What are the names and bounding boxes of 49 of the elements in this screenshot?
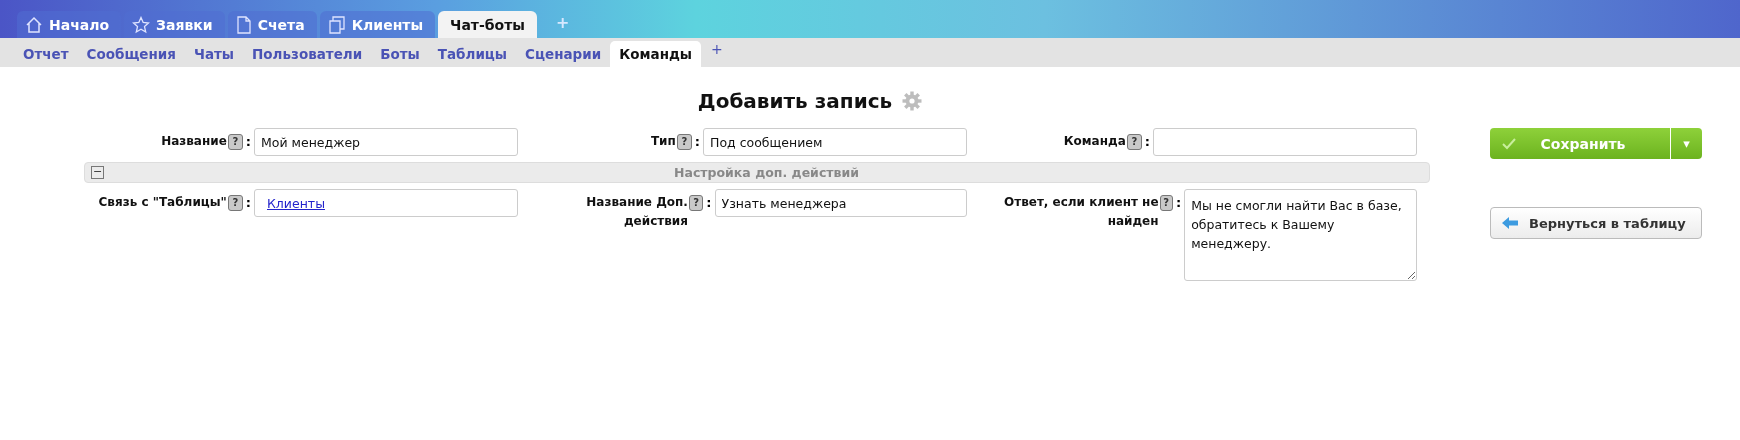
input-field[interactable] — [1153, 128, 1417, 156]
link-field[interactable]: Клиенты — [254, 189, 518, 217]
help-icon[interactable]: ? — [1126, 134, 1142, 150]
help-icon[interactable]: ? — [227, 195, 243, 211]
star-icon — [132, 15, 151, 34]
colon: : — [1175, 194, 1182, 212]
colon: : — [1144, 133, 1150, 151]
sub-tab[interactable]: Сообщения — [77, 41, 185, 67]
help-icon[interactable]: ? — [227, 134, 243, 150]
sub-tab[interactable]: Отчет — [14, 41, 78, 67]
sub-tab[interactable]: Боты — [371, 41, 429, 67]
field-label: Тип — [650, 133, 676, 150]
top-tab[interactable]: Клиенты — [319, 11, 436, 38]
section-header[interactable]: − Настройка доп. действий — [84, 162, 1430, 183]
link[interactable]: Клиенты — [267, 195, 325, 211]
add-tab-button[interactable]: + — [711, 41, 723, 57]
gear-icon[interactable] — [902, 91, 923, 111]
field-label: Название — [161, 133, 227, 150]
field-label: Команда — [1063, 133, 1126, 150]
answer-box[interactable]: Мы не смогли найти Вас в базе, обратитесь к Вашему менеджеру. — [1184, 189, 1417, 281]
field-label: Название Доп. действия — [585, 194, 688, 230]
colon: : — [694, 133, 700, 151]
help-icon[interactable]: ? — [688, 195, 704, 211]
page-title: Добавить запись — [697, 89, 893, 113]
check-icon — [1502, 137, 1516, 150]
colon: : — [245, 194, 251, 212]
help-icon[interactable]: ? — [1159, 195, 1173, 211]
colon: : — [706, 194, 712, 212]
sub-tab[interactable]: Команды — [610, 41, 702, 67]
field-label: Ответ, если клиент не найден — [1003, 194, 1159, 230]
copy-icon — [327, 15, 346, 34]
sub-tab[interactable]: Сценарии — [516, 41, 611, 67]
sub-tab[interactable]: Таблицы — [428, 41, 517, 67]
back-button[interactable]: Вернуться в таблицу — [1490, 207, 1702, 239]
help-icon[interactable]: ? — [676, 134, 692, 150]
input-field[interactable]: Узнать менеджера — [714, 189, 967, 217]
arrow-left-icon — [1501, 216, 1519, 230]
top-tab[interactable]: Счета — [227, 11, 317, 38]
input-field[interactable]: Под сообщением — [703, 128, 967, 156]
collapse-button[interactable]: − — [91, 166, 104, 179]
field-label: Связь с "Таблицы" — [98, 194, 227, 211]
input-field[interactable]: Мой менеджер — [254, 128, 518, 156]
top-tab[interactable]: Чат-боты — [438, 11, 537, 38]
document-icon — [235, 15, 252, 34]
home-icon — [25, 15, 43, 34]
sub-tab[interactable]: Пользователи — [243, 41, 372, 67]
sub-tab[interactable]: Чаты — [185, 41, 244, 67]
section-title: Настройка доп. действий — [673, 165, 860, 180]
colon: : — [245, 133, 251, 151]
